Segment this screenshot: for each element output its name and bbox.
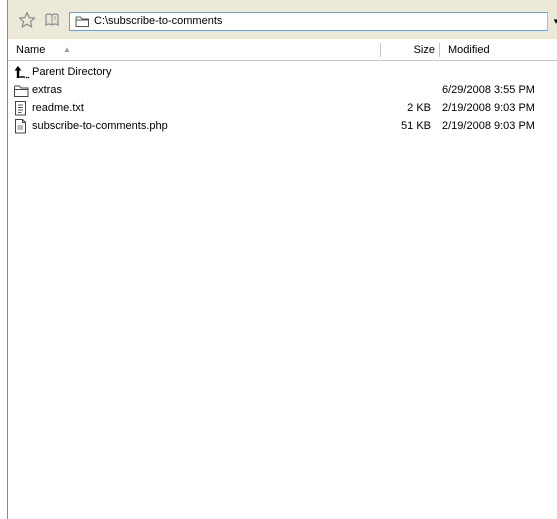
toolbar: C:\subscribe-to-comments ▾	[8, 0, 557, 39]
file-name: Parent Directory	[32, 66, 112, 78]
column-divider[interactable]	[439, 43, 440, 57]
up-arrow-icon	[14, 65, 30, 80]
list-item[interactable]: Parent Directory	[8, 64, 557, 82]
file-size: 2 KB	[407, 102, 431, 114]
file-name: subscribe-to-comments.php	[32, 120, 168, 132]
address-path[interactable]: C:\subscribe-to-comments	[94, 15, 222, 27]
folder-icon	[14, 83, 29, 98]
file-name: readme.txt	[32, 102, 84, 114]
column-header: Name ▲ Size Modified	[8, 41, 557, 61]
file-name: extras	[32, 84, 62, 96]
column-divider[interactable]	[380, 43, 381, 57]
php-file-icon	[14, 119, 28, 134]
column-name[interactable]: Name	[16, 44, 45, 56]
list-item[interactable]: subscribe-to-comments.php 51 KB 2/19/200…	[8, 118, 557, 136]
list-item[interactable]: readme.txt 2 KB 2/19/2008 9:03 PM	[8, 100, 557, 118]
address-bar[interactable]: C:\subscribe-to-comments ▾	[69, 12, 557, 31]
file-browser-window: C:\subscribe-to-comments ▾ Name ▲ Size M…	[7, 0, 557, 519]
book-icon[interactable]	[43, 11, 61, 29]
text-file-icon	[14, 101, 28, 116]
folder-icon	[75, 15, 90, 31]
list-item[interactable]: extras 6/29/2008 3:55 PM	[8, 82, 557, 100]
column-size[interactable]: Size	[414, 44, 435, 56]
file-modified: 6/29/2008 3:55 PM	[442, 84, 535, 96]
file-list: Parent Directory extras 6/29/2008 3:55 P…	[8, 64, 557, 136]
star-icon[interactable]	[18, 11, 36, 29]
address-dropdown-button[interactable]: ▾	[547, 12, 557, 31]
file-modified: 2/19/2008 9:03 PM	[442, 102, 535, 114]
file-size: 51 KB	[401, 120, 431, 132]
column-modified[interactable]: Modified	[448, 44, 490, 56]
sort-ascending-icon: ▲	[63, 45, 71, 54]
file-modified: 2/19/2008 9:03 PM	[442, 120, 535, 132]
